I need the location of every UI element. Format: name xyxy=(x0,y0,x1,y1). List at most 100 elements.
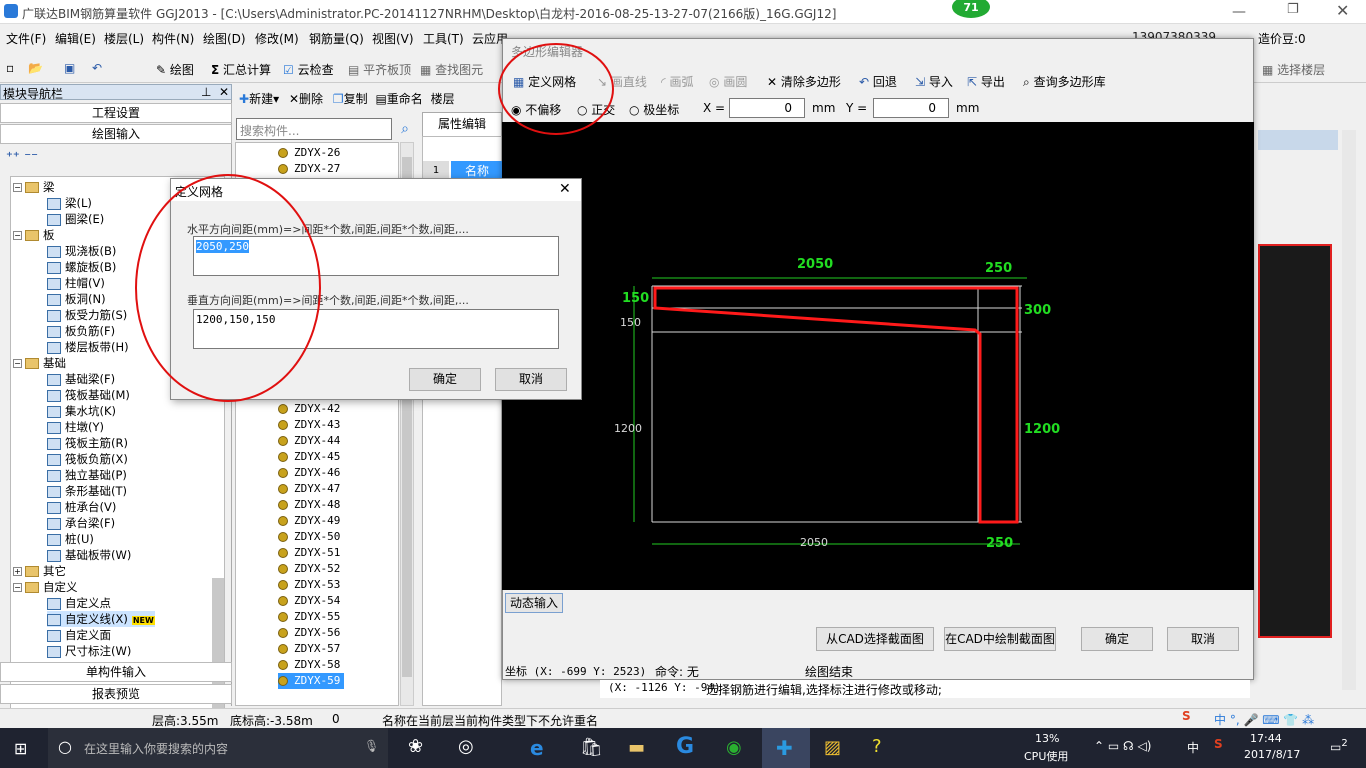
restore-icon[interactable]: ❐ xyxy=(1287,2,1299,17)
menu-modify[interactable]: 修改(M) xyxy=(255,30,299,47)
tray-icons[interactable]: ⌃ ▭ ☊ ◁) xyxy=(1094,739,1151,753)
menu-file[interactable]: 文件(F) xyxy=(6,30,46,47)
new-file-icon[interactable]: ▫ xyxy=(6,61,14,75)
tree-item[interactable]: 承台梁(F) xyxy=(47,515,115,531)
green-app-icon[interactable]: ◉ xyxy=(726,737,742,758)
cloud-check-button[interactable]: ☑ 云检查 xyxy=(283,61,334,78)
component-item[interactable]: ZDYX-53 xyxy=(278,577,340,593)
component-item[interactable]: ZDYX-43 xyxy=(278,417,340,433)
tree-folder[interactable]: − 梁 xyxy=(13,179,55,195)
new-comp-button[interactable]: ✚新建▾ xyxy=(239,92,279,106)
dynamic-input-button[interactable]: 动态输入 xyxy=(505,593,563,613)
tree-item[interactable]: 桩承台(V) xyxy=(47,499,116,515)
tree-item[interactable]: 筏板基础(M) xyxy=(47,387,130,403)
menu-edit[interactable]: 编辑(E) xyxy=(55,30,96,47)
component-item[interactable]: ZDYX-56 xyxy=(278,625,340,641)
draw-in-cad-button[interactable]: 在CAD中绘制截面图 xyxy=(944,627,1056,651)
tree-item[interactable]: 柱墩(Y) xyxy=(47,419,104,435)
search-input[interactable]: 搜索构件... xyxy=(236,118,392,140)
grid-dialog-close-icon[interactable]: ✕ xyxy=(559,181,571,197)
expand-all-icon[interactable]: ⁺⁺ ⁻⁻ xyxy=(6,150,38,165)
menu-rebar[interactable]: 钢筋量(Q) xyxy=(309,30,364,47)
tree-item[interactable]: 基础梁(F) xyxy=(47,371,115,387)
file-explorer-icon[interactable]: ▬ xyxy=(628,737,645,758)
component-item[interactable]: ZDYX-50 xyxy=(278,529,340,545)
tree-item[interactable]: 自定义面 xyxy=(47,627,111,643)
expander-icon[interactable]: − xyxy=(13,583,22,592)
edge-icon[interactable]: e xyxy=(530,736,544,760)
help-app-icon[interactable]: ? xyxy=(872,736,882,757)
pin-icon[interactable]: ⊥ xyxy=(201,85,211,99)
tree-item[interactable]: 柱帽(V) xyxy=(47,275,105,291)
component-item[interactable]: ZDYX-58 xyxy=(278,657,340,673)
tree-scrollbar[interactable] xyxy=(212,578,224,728)
ime-indicator[interactable]: 中 xyxy=(1187,739,1199,756)
select-floor-button[interactable]: ▦ 选择楼层 xyxy=(1262,61,1325,78)
tree-item[interactable]: 独立基础(P) xyxy=(47,467,127,483)
draw-line-button[interactable]: ↘ 画直线 xyxy=(597,73,647,90)
app-swirl-icon[interactable]: ◎ xyxy=(458,736,474,757)
property-tab[interactable]: 属性编辑 xyxy=(422,112,502,136)
open-folder-icon[interactable]: 📂 xyxy=(28,61,43,75)
component-item[interactable]: ZDYX-51 xyxy=(278,545,340,561)
expander-icon[interactable]: − xyxy=(13,183,22,192)
single-input-tab[interactable]: 单构件输入 xyxy=(0,662,232,682)
expander-icon[interactable]: − xyxy=(13,231,22,240)
tree-item[interactable]: 楼层板带(H) xyxy=(47,339,129,355)
minimize-icon[interactable]: — xyxy=(1232,4,1246,20)
grid-cancel-button[interactable]: 取消 xyxy=(495,368,567,391)
taskbar-search-box[interactable]: ○ 在这里输入你要搜索的内容 🎙 xyxy=(48,728,388,768)
floor-comp-button[interactable]: 楼层 xyxy=(431,92,455,106)
align-top-button[interactable]: ▤ 平齐板顶 xyxy=(348,61,411,78)
tree-item[interactable]: 板负筋(F) xyxy=(47,323,115,339)
define-grid-button[interactable]: ▦ 定义网格 xyxy=(513,73,576,90)
rename-comp-button[interactable]: ▤重命名 xyxy=(375,92,422,106)
grid-ok-button[interactable]: 确定 xyxy=(409,368,481,391)
tree-item[interactable]: 自定义线(X) NEW xyxy=(47,611,155,627)
component-item[interactable]: ZDYX-27 xyxy=(278,161,340,177)
select-from-cad-button[interactable]: 从CAD选择截面图 xyxy=(816,627,934,651)
find-element-button[interactable]: ▦ 查找图元 xyxy=(420,61,483,78)
tree-item[interactable]: 条形基础(T) xyxy=(47,483,127,499)
tree-folder[interactable]: + 其它 xyxy=(13,563,66,579)
sogou-tray-icon[interactable]: S xyxy=(1214,737,1223,751)
task-view-icon[interactable]: ❀ xyxy=(408,736,423,757)
menu-draw[interactable]: 绘图(D) xyxy=(203,30,246,47)
report-preview-tab[interactable]: 报表预览 xyxy=(0,684,232,704)
tree-item[interactable]: 梁(L) xyxy=(47,195,92,211)
component-item[interactable]: ZDYX-46 xyxy=(278,465,340,481)
tree-item[interactable]: 圈梁(E) xyxy=(47,211,104,227)
tree-item[interactable]: 桩(U) xyxy=(47,531,94,547)
undo-button[interactable]: ↶ 回退 xyxy=(859,73,897,90)
tree-item[interactable]: 板受力筋(S) xyxy=(47,307,127,323)
radio-polar[interactable]: ○ 极坐标 xyxy=(629,101,679,118)
active-app-tile[interactable]: ✚ xyxy=(762,728,810,768)
x-input[interactable]: 0 xyxy=(729,98,805,118)
import-button[interactable]: ⇲ 导入 xyxy=(915,73,953,90)
nav-close-icon[interactable]: ✕ xyxy=(219,85,229,99)
menu-tools[interactable]: 工具(T) xyxy=(423,30,464,47)
project-settings-tab[interactable]: 工程设置 xyxy=(0,103,232,123)
undo-icon[interactable]: ↶ xyxy=(92,61,102,75)
tree-item[interactable]: 基础板带(W) xyxy=(47,547,131,563)
component-item[interactable]: ZDYX-48 xyxy=(278,497,340,513)
component-item[interactable]: ZDYX-44 xyxy=(278,433,340,449)
query-library-button[interactable]: ⌕ 查询多边形库 xyxy=(1023,73,1106,90)
y-input[interactable]: 0 xyxy=(873,98,949,118)
tree-folder[interactable]: − 基础 xyxy=(13,355,66,371)
menu-view[interactable]: 视图(V) xyxy=(372,30,414,47)
tree-item[interactable]: 筏板主筋(R) xyxy=(47,435,128,451)
radio-no-offset[interactable]: ◉ 不偏移 xyxy=(511,101,561,118)
expander-icon[interactable]: + xyxy=(13,567,22,576)
store-icon[interactable]: 🛍 xyxy=(580,737,603,758)
tree-folder[interactable]: − 自定义 xyxy=(13,579,78,595)
radio-ortho[interactable]: ○ 正交 xyxy=(577,101,615,118)
component-item[interactable]: ZDYX-52 xyxy=(278,561,340,577)
tree-item[interactable]: 集水坑(K) xyxy=(47,403,116,419)
tree-item[interactable]: 尺寸标注(W) xyxy=(47,643,131,659)
component-item[interactable]: ZDYX-42 xyxy=(278,401,340,417)
component-item[interactable]: ZDYX-45 xyxy=(278,449,340,465)
component-item[interactable]: ZDYX-54 xyxy=(278,593,340,609)
menu-floor[interactable]: 楼层(L) xyxy=(104,30,144,47)
windows-start-icon[interactable]: ⊞ xyxy=(14,739,27,758)
